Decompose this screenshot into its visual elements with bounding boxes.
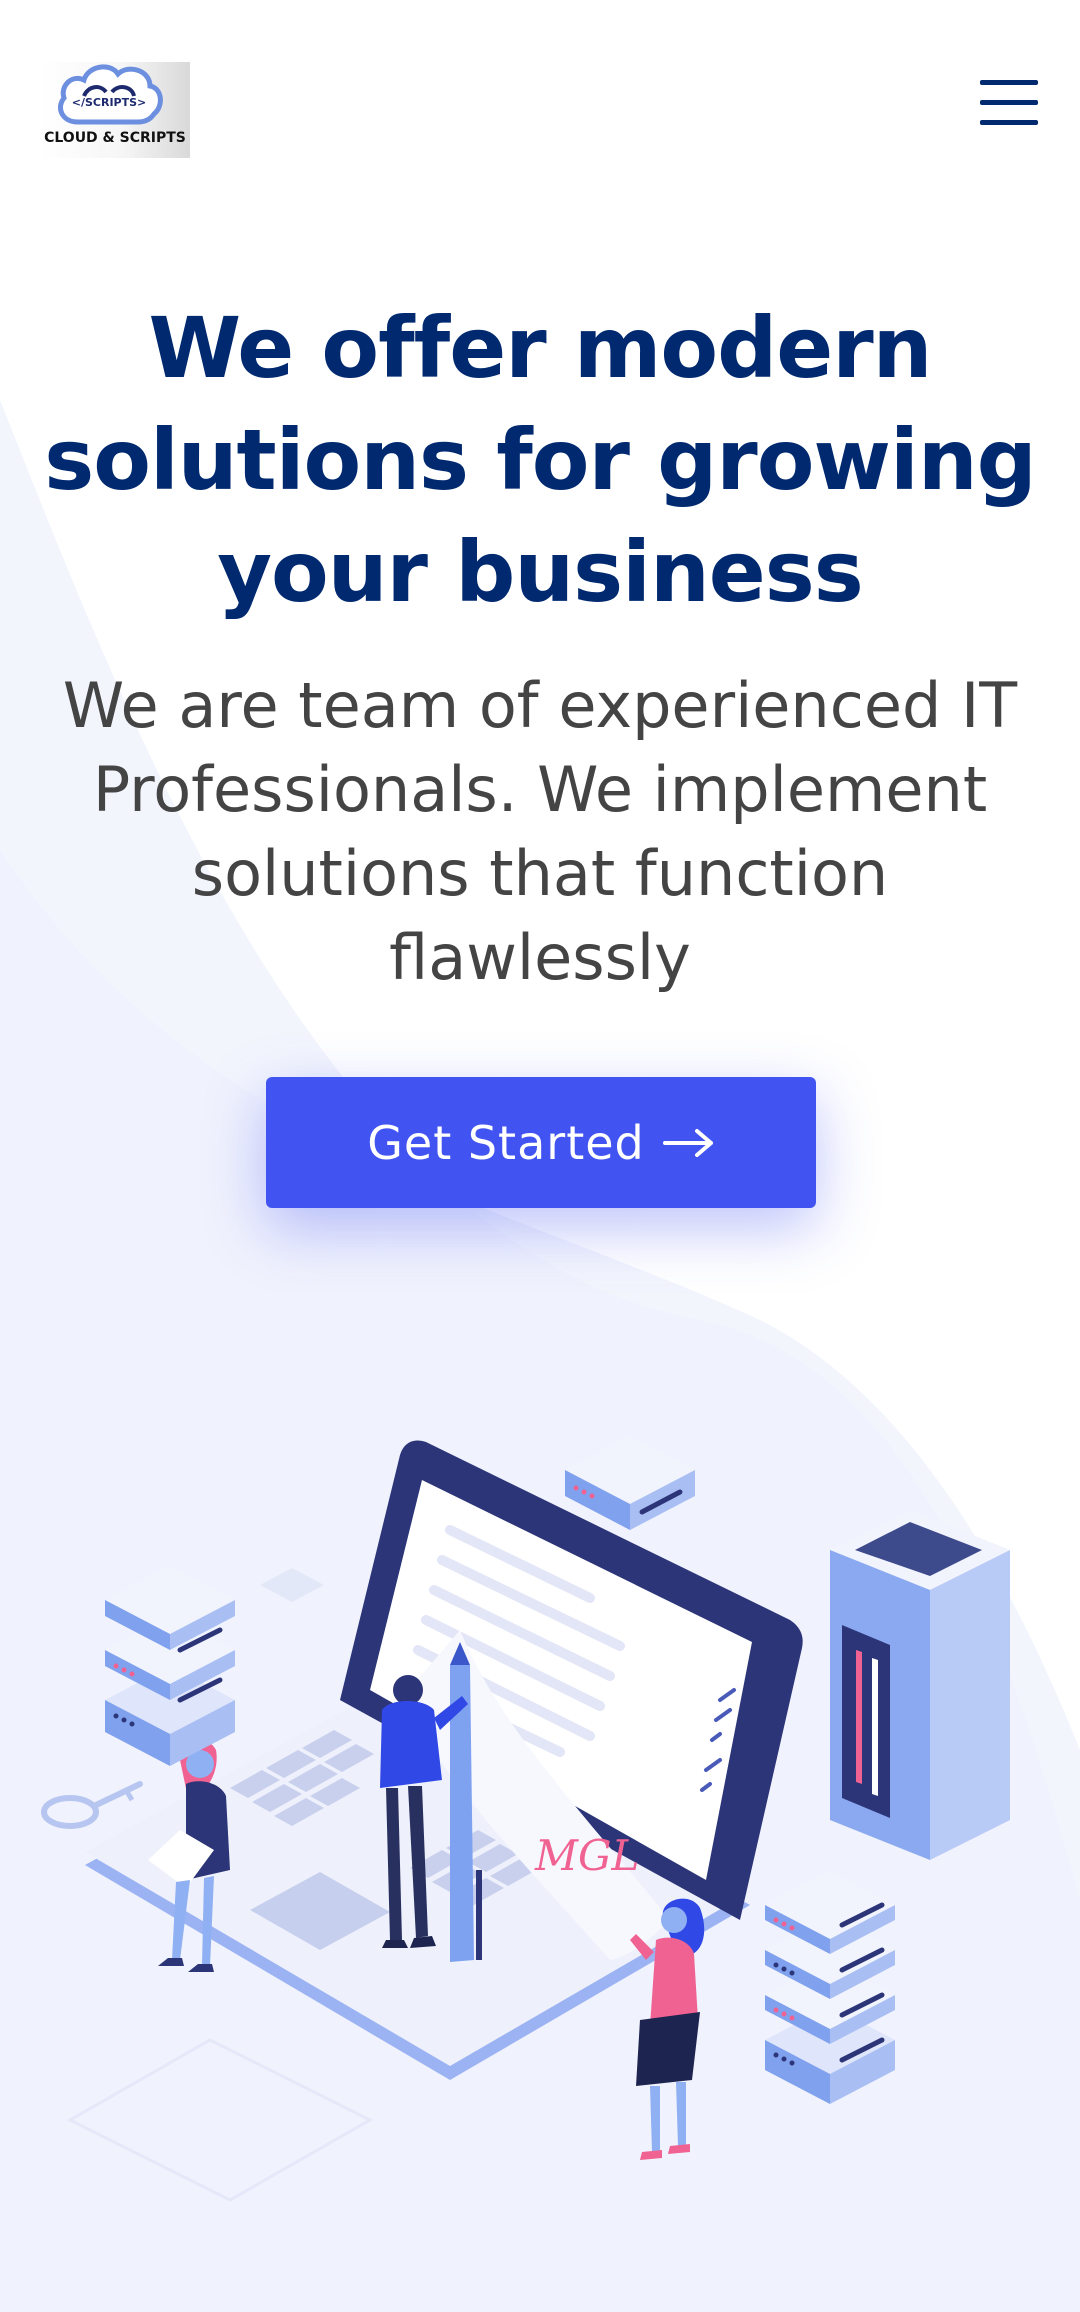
arrow-right-icon	[662, 1128, 713, 1157]
server-small-icon	[565, 1436, 695, 1530]
server-stack-right-icon	[765, 1871, 895, 2104]
server-stack-left-icon	[105, 1566, 235, 1766]
server-tower-icon	[830, 1510, 1010, 1860]
hamburger-menu-icon[interactable]	[980, 78, 1038, 128]
signature-text: MGL	[534, 1831, 639, 1880]
logo-text: CLOUD & SCRIPTS	[44, 130, 186, 146]
logo[interactable]: </SCRIPTS> CLOUD & SCRIPTS	[40, 62, 190, 158]
site-header: </SCRIPTS> CLOUD & SCRIPTS	[0, 0, 1080, 200]
get-started-label: Get Started	[367, 1115, 645, 1170]
key-icon	[41, 1781, 143, 1829]
cloud-icon: </SCRIPTS>	[58, 64, 163, 125]
logo-scripts-label: </SCRIPTS>	[72, 96, 147, 109]
hero-illustration: MGL	[41, 1436, 1010, 2202]
get-started-button[interactable]: Get Started	[266, 1077, 816, 1208]
hero-title: We offer modern solutions for growing yo…	[44, 299, 1037, 621]
hero-subtitle: We are team of experienced IT Profession…	[62, 669, 1018, 994]
